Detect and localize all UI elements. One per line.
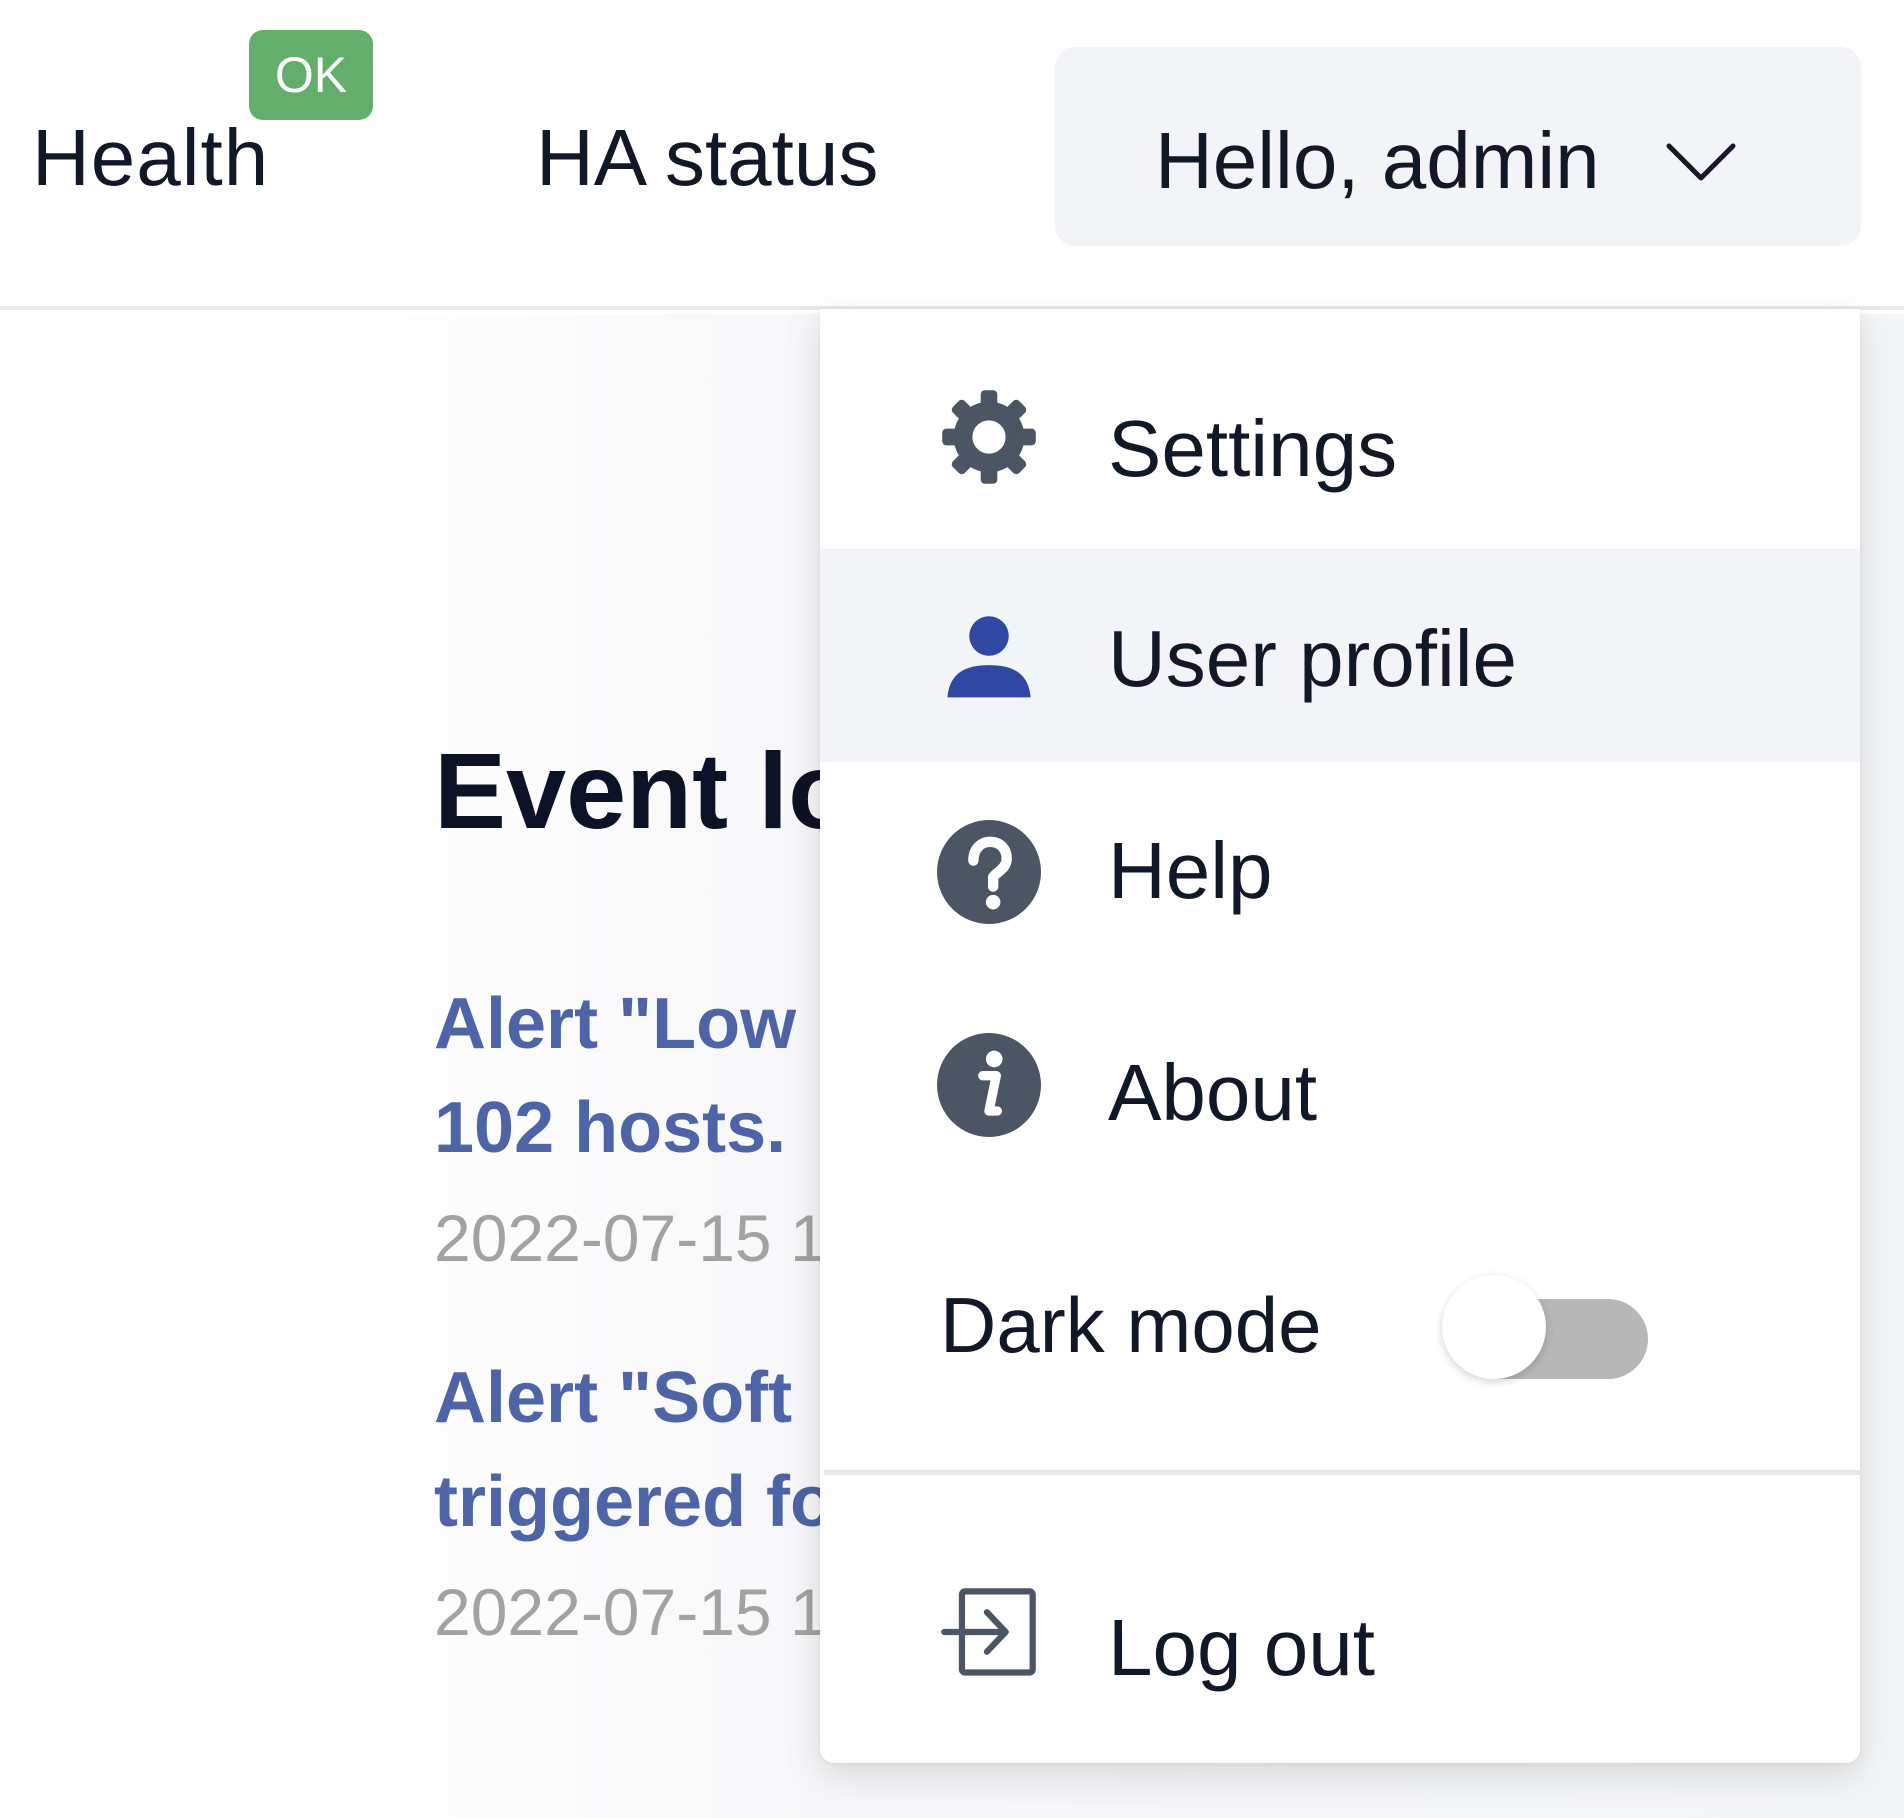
ha-status-nav-link[interactable]: HA status: [536, 112, 878, 204]
dark-mode-row: Dark mode: [820, 1217, 1860, 1417]
menu-item-label: About: [1108, 1048, 1318, 1137]
health-nav-link[interactable]: Health: [32, 112, 269, 204]
logout-icon: [941, 1588, 1036, 1676]
event-log-link-continuation[interactable]: triggered fo: [434, 1450, 834, 1554]
dark-mode-label: Dark mode: [940, 1281, 1322, 1369]
event-log-link[interactable]: Alert "Low: [434, 972, 827, 1076]
user-dropdown-menu: Settings User profile Help About Dark mo…: [820, 309, 1860, 1763]
menu-item-about[interactable]: About: [820, 977, 1860, 1190]
menu-item-label: Log out: [1108, 1603, 1375, 1692]
user-menu-label: Hello, admin: [1155, 116, 1600, 205]
health-status-badge: OK: [249, 30, 373, 120]
menu-item-logout[interactable]: Log out: [820, 1524, 1860, 1737]
event-log-timestamp: 2022-07-15 1: [434, 1201, 827, 1275]
menu-item-settings[interactable]: Settings: [820, 309, 1860, 522]
health-label: Health: [32, 113, 270, 202]
toggle-thumb: [1442, 1275, 1546, 1379]
info-icon: [937, 1033, 1041, 1137]
menu-divider: [824, 1470, 1860, 1475]
menu-item-user-profile[interactable]: User profile: [820, 549, 1860, 762]
application-screen: Event lo Alert "Low 102 hosts. 2022-07-1…: [0, 0, 1904, 1818]
top-header: Health OK HA status Hello, admin: [0, 0, 1904, 310]
chevron-down-icon: [1666, 143, 1736, 181]
gear-icon: [942, 390, 1036, 484]
menu-item-label: Help: [1108, 826, 1273, 915]
user-menu-button[interactable]: Hello, admin: [1055, 47, 1861, 246]
event-log-link-continuation[interactable]: 102 hosts.: [434, 1076, 827, 1180]
menu-item-label: Settings: [1108, 404, 1398, 493]
user-icon: [947, 616, 1031, 698]
help-icon: [937, 820, 1041, 924]
event-log-item: Alert "Low 102 hosts. 2022-07-15 1: [434, 972, 827, 1296]
event-log-item: Alert "Soft triggered fo 2022-07-15 1: [434, 1346, 834, 1670]
dark-mode-toggle[interactable]: [1442, 1275, 1648, 1379]
event-log-link[interactable]: Alert "Soft: [434, 1346, 834, 1450]
event-log-timestamp: 2022-07-15 1: [434, 1575, 827, 1649]
event-log-title: Event lo: [434, 730, 855, 851]
menu-item-help[interactable]: Help: [820, 764, 1860, 977]
menu-item-label: User profile: [1108, 614, 1518, 703]
